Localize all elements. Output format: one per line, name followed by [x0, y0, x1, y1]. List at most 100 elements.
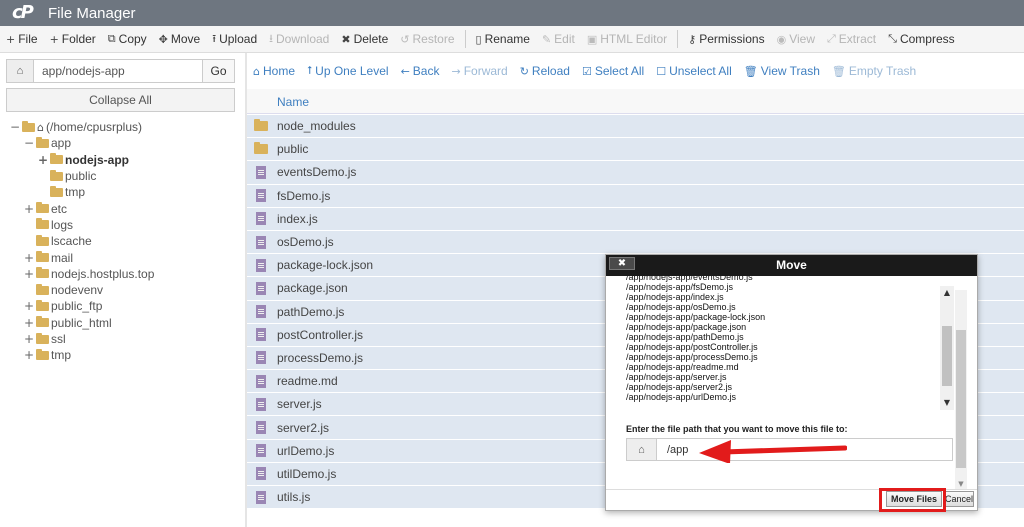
selected-file-path: /app/nodejs-app/server2.js — [626, 382, 733, 392]
tree-item-ssl[interactable]: + ssl — [0, 331, 245, 347]
toolbar-rename-button[interactable]: ▯ Rename — [470, 26, 536, 52]
toolbar-upload-button[interactable]: ⭱ Upload — [206, 26, 263, 52]
toolbar-file-button[interactable]: + File — [0, 26, 44, 52]
expand-icon[interactable]: + — [24, 267, 34, 281]
name-column-header[interactable]: Name — [277, 95, 309, 109]
nav-forward-label: Forward — [463, 64, 508, 78]
dialog-titlebar: Move ✖ — [606, 255, 977, 276]
file-shape — [256, 305, 266, 319]
tree-item-nodejs-app[interactable]: + nodejs-app — [0, 152, 245, 168]
tree-item-public[interactable]: public — [0, 168, 245, 184]
dialog-scrollbar[interactable]: ▼ — [955, 290, 967, 489]
toolbar-download-button[interactable]: ⭳ Download — [263, 26, 335, 52]
home-icon[interactable]: ⌂ — [7, 60, 34, 82]
folder-icon — [36, 267, 49, 279]
toolbar-extract-button[interactable]: ⤢ Extract — [821, 26, 882, 52]
file-row[interactable]: osDemo.js — [247, 230, 1024, 255]
nav-empty-trash-button[interactable]: 🗑 Empty Trash — [826, 64, 922, 78]
tree-item-lscache[interactable]: lscache — [0, 233, 245, 249]
close-icon[interactable]: ✖ — [609, 257, 635, 270]
nav-select-all-button[interactable]: ☑ Select All — [576, 64, 650, 78]
toolbar-html-editor-button[interactable]: ▣ HTML Editor — [581, 26, 673, 52]
reload-icon: ↻ — [519, 64, 529, 78]
tree-item-label: nodejs-app — [65, 152, 130, 167]
nav-view-trash-button[interactable]: 🗑 View Trash — [738, 64, 826, 78]
expand-icon[interactable]: + — [24, 251, 34, 265]
scroll-down-icon[interactable]: ▼ — [940, 396, 954, 410]
nav-up-one-level-label: Up One Level — [315, 64, 389, 78]
folder-icon — [36, 234, 49, 246]
file-icon — [250, 328, 272, 342]
file-icon — [250, 189, 272, 203]
toolbar-permissions-button[interactable]: ⚷ Permissions — [682, 26, 770, 52]
folder-icon — [50, 169, 63, 181]
tree-item-tmp[interactable]: tmp — [0, 184, 245, 200]
selected-file-path: /app/nodejs-app/readme.md — [626, 362, 739, 372]
nav-reload-button[interactable]: ↻ Reload — [514, 64, 576, 78]
toolbar-move-button[interactable]: ✥ Move — [153, 26, 207, 52]
path-input[interactable] — [34, 60, 202, 82]
file-row[interactable]: eventsDemo.js — [247, 161, 1024, 185]
nav-home-button[interactable]: ⌂ Home — [247, 64, 301, 78]
toolbar-compress-button[interactable]: ⤡ Compress — [882, 26, 961, 52]
file-shape — [256, 467, 266, 481]
nav-up-one-level-button[interactable]: ⭡ Up One Level — [301, 64, 395, 78]
expand-icon[interactable]: + — [24, 299, 34, 313]
cpanel-logo[interactable]: cP — [12, 3, 42, 23]
file-icon — [250, 374, 272, 388]
tree-item-label: (/home/cpusrplus) — [45, 120, 143, 135]
expand-icon[interactable]: + — [24, 348, 34, 362]
collapse-all-button[interactable]: Collapse All — [6, 88, 235, 112]
file-name: node_modules — [277, 119, 356, 134]
tree-item-mail[interactable]: + mail — [0, 249, 245, 265]
folder-shape — [254, 119, 268, 132]
tree-item-label: mail — [51, 250, 74, 265]
tree-item-nodevenv[interactable]: nodevenv — [0, 282, 245, 298]
folder-icon — [36, 251, 49, 263]
cancel-button[interactable]: Cancel — [944, 491, 974, 507]
file-icon — [250, 351, 272, 365]
scroll-down-icon[interactable]: ▼ — [955, 478, 967, 489]
toolbar-copy-button[interactable]: ⧉ Copy — [102, 26, 153, 52]
tree-item-public-html[interactable]: + public_html — [0, 315, 245, 331]
expand-icon[interactable]: + — [24, 332, 34, 346]
file-row[interactable]: fsDemo.js — [247, 184, 1024, 208]
nav-forward-button[interactable]: → Forward — [445, 64, 513, 78]
nav-unselect-all-button[interactable]: ☐ Unselect All — [650, 64, 738, 78]
tree-item-home-cpusrplus[interactable]: − ⌂ (/home/cpusrplus) — [0, 119, 245, 135]
download-icon: ⭳ — [269, 31, 273, 45]
nav-empty-trash-label: Empty Trash — [848, 64, 917, 78]
back-icon: ← — [400, 64, 410, 78]
toolbar-html-editor-label: HTML Editor — [600, 32, 668, 46]
toolbar-edit-button[interactable]: ✎ Edit — [536, 26, 581, 52]
go-button[interactable]: Go — [202, 60, 234, 82]
expand-icon[interactable]: + — [24, 202, 34, 216]
file-name: index.js — [277, 211, 318, 226]
scroll-thumb[interactable] — [956, 330, 966, 468]
tree-item-nodejs-hostplus-top[interactable]: + nodejs.hostplus.top — [0, 266, 245, 282]
toolbar-folder-button[interactable]: + Folder — [44, 26, 102, 52]
toolbar-move-label: Move — [170, 32, 201, 46]
scroll-thumb[interactable] — [942, 326, 952, 386]
tree-item-public-ftp[interactable]: + public_ftp — [0, 298, 245, 314]
selected-file-path: /app/nodejs-app/fsDemo.js — [626, 282, 734, 292]
home-icon: ⌂ — [627, 439, 657, 460]
file-row[interactable]: index.js — [247, 207, 1024, 231]
file-row[interactable]: public — [247, 138, 1024, 162]
collapse-icon[interactable]: − — [10, 120, 20, 134]
expand-icon[interactable]: + — [24, 316, 34, 330]
toolbar-delete-button[interactable]: ✖ Delete — [335, 26, 394, 52]
toolbar-view-button[interactable]: ◉ View — [771, 26, 821, 52]
scroll-up-icon[interactable]: ▲ — [940, 286, 954, 300]
file-row[interactable]: node_modules — [247, 115, 1024, 139]
toolbar-restore-button[interactable]: ↺ Restore — [394, 26, 460, 52]
tree-item-app[interactable]: − app — [0, 135, 245, 151]
collapse-icon[interactable]: − — [24, 136, 34, 150]
file-list-scrollbar[interactable]: ▲ ▼ — [940, 286, 954, 410]
file-icon — [250, 444, 272, 458]
nav-back-button[interactable]: ← Back — [395, 64, 446, 78]
tree-item-tmp[interactable]: + tmp — [0, 347, 245, 363]
expand-icon[interactable]: + — [38, 153, 48, 167]
tree-item-logs[interactable]: logs — [0, 217, 245, 233]
tree-item-etc[interactable]: + etc — [0, 200, 245, 216]
